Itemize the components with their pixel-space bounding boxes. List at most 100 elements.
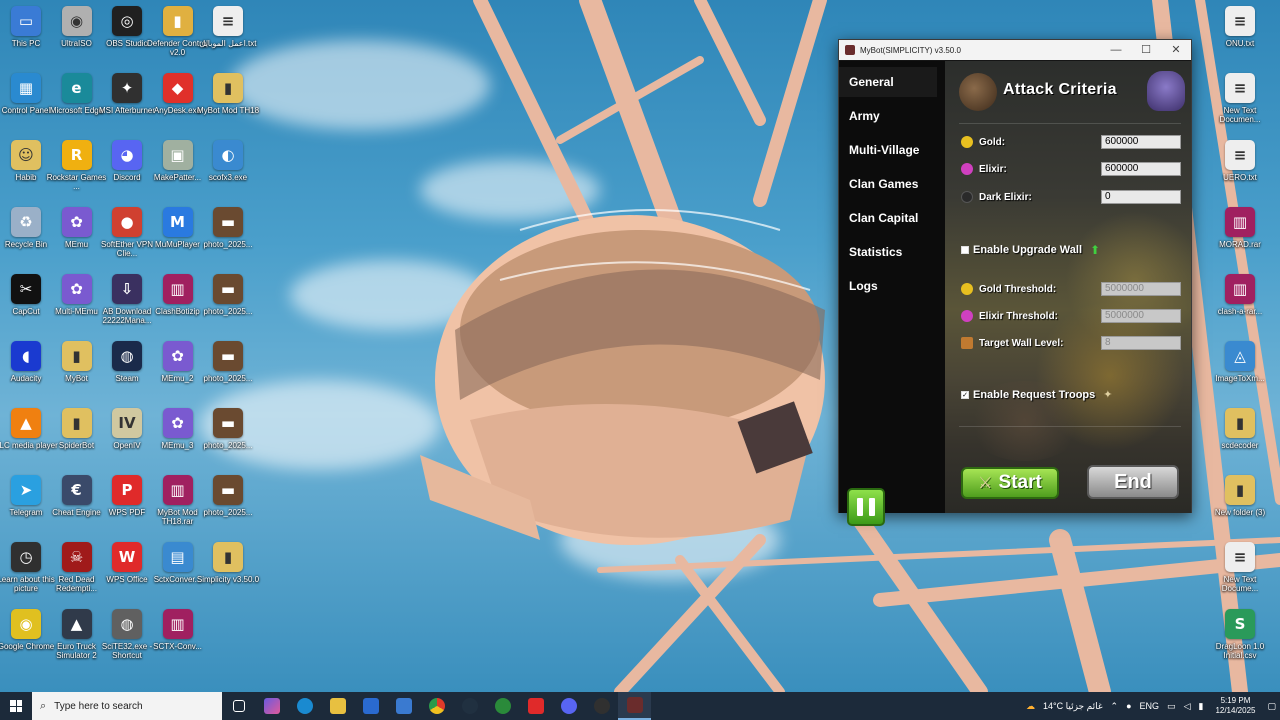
- clock[interactable]: 5:19 PM 12/14/2025: [1215, 696, 1255, 716]
- desktop-icon-label: Telegram: [9, 508, 43, 517]
- start-button[interactable]: ⚔ Start: [961, 467, 1059, 499]
- minimize-button[interactable]: —: [1101, 40, 1131, 60]
- taskbar-store[interactable]: [354, 692, 387, 720]
- elixir-threshold-icon: [961, 310, 973, 322]
- desktop-icon[interactable]: ▬ photo_2025...: [196, 408, 260, 450]
- taskbar-msi[interactable]: [486, 692, 519, 720]
- gold-threshold-row: Gold Threshold:: [961, 283, 1056, 295]
- app-shortcut-icon: ▬: [213, 341, 243, 371]
- taskbar-copilot[interactable]: [255, 692, 288, 720]
- notifications-icon[interactable]: ▢: [1267, 701, 1276, 712]
- chrome-icon: [428, 698, 445, 714]
- desktop-icon[interactable]: ◐ scofx3.exe: [196, 140, 260, 182]
- desktop-icon-label: MuMuPlayer: [155, 240, 200, 249]
- taskbar-chrome[interactable]: [420, 692, 453, 720]
- app-shortcut-icon: ▮: [1225, 475, 1255, 505]
- gold-row: Gold:: [961, 136, 1005, 148]
- desktop-icon[interactable]: ▥ clash-a-rar...: [1208, 274, 1272, 316]
- network-icon[interactable]: ▭: [1167, 701, 1176, 712]
- desktop-icon[interactable]: ▥ SCTX-Conv...: [146, 609, 210, 651]
- tray-chevron-icon[interactable]: ⌃: [1111, 701, 1119, 712]
- menu-item-clan-capital[interactable]: Clan Capital: [839, 201, 945, 235]
- menu-item-general[interactable]: General: [839, 67, 937, 97]
- copilot-icon: [263, 698, 280, 714]
- app-shortcut-icon: ◷: [11, 542, 41, 572]
- dark-elixir-input[interactable]: 0: [1101, 190, 1181, 204]
- gold-input[interactable]: 600000: [1101, 135, 1181, 149]
- app-shortcut-icon: ▦: [11, 73, 41, 103]
- desktop-icon-label: New Text Documen...: [1219, 106, 1261, 124]
- end-button[interactable]: End: [1087, 465, 1179, 499]
- desktop-icon[interactable]: ▮ New folder (3): [1208, 475, 1272, 517]
- taskbar-discord[interactable]: [552, 692, 585, 720]
- elixir-row: Elixir:: [961, 163, 1007, 175]
- mybot-icon: [626, 697, 643, 713]
- desktop-icon-label: clash-a-rar...: [1217, 307, 1263, 316]
- battery-icon[interactable]: ▮: [1198, 701, 1203, 712]
- desktop-icon[interactable]: ▬ photo_2025...: [196, 341, 260, 383]
- app-shortcut-icon: ◬: [1225, 341, 1255, 371]
- desktop-icon[interactable]: ▥ MORAD.rar: [1208, 207, 1272, 249]
- desktop-icon[interactable]: ▬ photo_2025...: [196, 274, 260, 316]
- gold-label: Gold:: [979, 136, 1006, 148]
- menu-item-army[interactable]: Army: [839, 99, 945, 133]
- wall-level-stepper[interactable]: 8: [1101, 336, 1181, 350]
- gold-threshold-input[interactable]: 5000000: [1101, 282, 1181, 296]
- desktop-icon[interactable]: ▬ photo_2025...: [196, 207, 260, 249]
- volume-icon[interactable]: ◁: [1184, 701, 1191, 712]
- weather-text[interactable]: 14°C غائم جزئيا: [1043, 701, 1103, 712]
- desktop-icon[interactable]: ≡ اعمل الموبايل.txt: [196, 6, 260, 48]
- start-label: Start: [998, 472, 1042, 493]
- up-arrow-icon: ⬆: [1090, 243, 1101, 257]
- desktop-icon[interactable]: ≡ New Text Documen...: [1208, 73, 1272, 124]
- task-view-button[interactable]: [222, 692, 255, 720]
- menu-item-logs[interactable]: Logs: [839, 269, 945, 303]
- taskbar-app[interactable]: [585, 692, 618, 720]
- desktop-icon[interactable]: ≡ UERO.txt: [1208, 140, 1272, 182]
- upgrade-wall-label: Enable Upgrade Wall: [973, 244, 1083, 256]
- barbarian-king-icon: [959, 73, 997, 111]
- app-shortcut-icon: ●: [112, 207, 142, 237]
- taskbar-mybot[interactable]: [618, 692, 651, 720]
- app-shortcut-icon: ▲: [11, 408, 41, 438]
- app-shortcut-icon: ▮: [61, 341, 92, 371]
- start-menu-button[interactable]: [0, 692, 32, 720]
- language-indicator[interactable]: ENG: [1140, 701, 1160, 711]
- pause-button[interactable]: [847, 488, 885, 526]
- request-troops-box[interactable]: ✓: [961, 390, 969, 399]
- desktop-icon[interactable]: ▮ Simplicity v3.50.0: [196, 542, 260, 584]
- menu-item-multi-village[interactable]: Multi-Village: [839, 133, 945, 167]
- taskbar-wps[interactable]: [519, 692, 552, 720]
- desktop-icon[interactable]: ≡ New Text Docume...: [1208, 542, 1272, 593]
- desktop-icon[interactable]: ≡ ONU.txt: [1208, 6, 1272, 48]
- taskbar-edge[interactable]: [288, 692, 321, 720]
- window-titlebar[interactable]: MyBot(SIMPLICITY) v3.50.0 — ☐ ✕: [839, 40, 1191, 60]
- desktop-icon[interactable]: ▬ photo_2025...: [196, 475, 260, 517]
- gold-icon: [961, 136, 973, 148]
- desktop-icon[interactable]: ▮ scdecoder: [1208, 408, 1272, 450]
- close-button[interactable]: ✕: [1161, 40, 1191, 60]
- app-shortcut-icon: ▲: [61, 609, 92, 639]
- taskbar-explorer[interactable]: [321, 692, 354, 720]
- request-troops-checkbox[interactable]: ✓ Enable Request Troops ✦: [961, 388, 1112, 401]
- taskbar-search[interactable]: ⌕ Type here to search: [32, 692, 222, 720]
- microphone-icon[interactable]: ●: [1126, 701, 1131, 711]
- mybot-window[interactable]: MyBot(SIMPLICITY) v3.50.0 — ☐ ✕ General …: [838, 39, 1192, 526]
- elixir-threshold-input[interactable]: 5000000: [1101, 309, 1181, 323]
- app-shortcut-icon: P: [112, 475, 142, 505]
- maximize-button[interactable]: ☐: [1131, 40, 1161, 60]
- taskbar-obs[interactable]: [453, 692, 486, 720]
- menu-item-clan-games[interactable]: Clan Games: [839, 167, 945, 201]
- upgrade-wall-checkbox[interactable]: Enable Upgrade Wall ⬆: [961, 243, 1100, 257]
- elixir-icon: [961, 163, 973, 175]
- divider: [959, 123, 1181, 124]
- elixir-input[interactable]: 600000: [1101, 162, 1181, 176]
- menu-item-statistics[interactable]: Statistics: [839, 235, 945, 269]
- desktop-icon[interactable]: ◬ ImageToXm...: [1208, 341, 1272, 383]
- taskbar-mail[interactable]: [387, 692, 420, 720]
- desktop-icon[interactable]: ▮ MyBot Mod TH18: [196, 73, 260, 115]
- desktop-icon[interactable]: S DragLoon 1.0 Initial.csv: [1208, 609, 1272, 660]
- app-icon: [593, 698, 610, 714]
- desktop-icon-label: This PC: [11, 39, 41, 48]
- upgrade-wall-box[interactable]: [961, 246, 969, 254]
